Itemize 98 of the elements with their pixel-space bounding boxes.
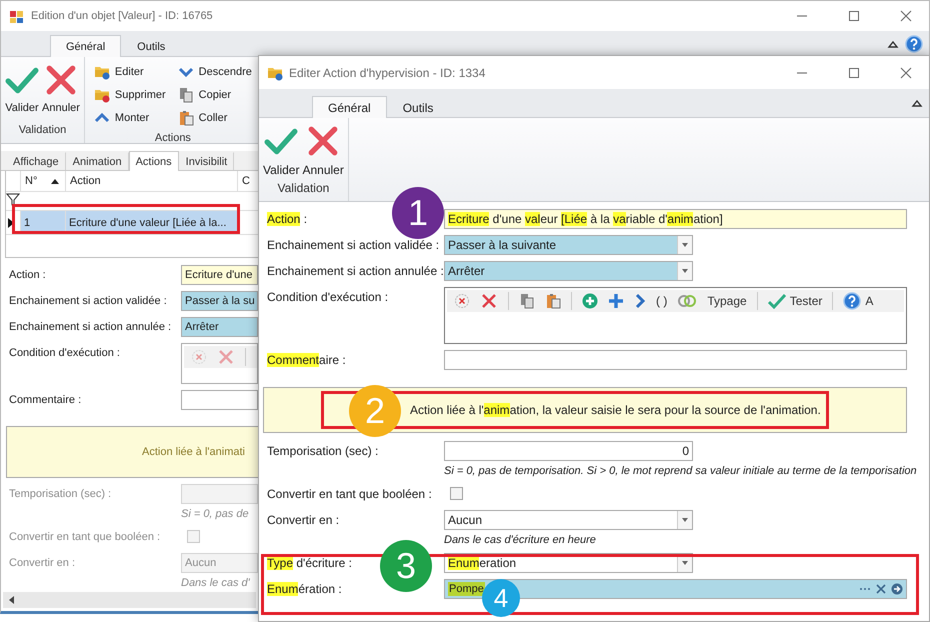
plus-circle-icon[interactable]	[582, 293, 598, 309]
sort-arrow-icon[interactable]	[51, 178, 59, 184]
field-label: Commentaire :	[267, 352, 346, 369]
field-label: Action :	[267, 211, 308, 228]
dropdown-field[interactable]: Arrêter	[444, 261, 693, 281]
info-message: Action liée à l'animation, la valeur saisie le sera pour la source de l'animation.	[410, 403, 821, 417]
clear-icon[interactable]	[876, 584, 886, 594]
field-label: Condition d'exécution :	[267, 289, 388, 306]
checkbox[interactable]	[450, 487, 463, 500]
close-icon[interactable]	[900, 10, 912, 22]
rings-icon[interactable]	[677, 294, 698, 308]
cross-icon	[44, 63, 78, 97]
column-header[interactable]: N°	[25, 175, 38, 187]
field-label: Enchainement si action validée :	[9, 294, 167, 309]
help-icon	[843, 292, 862, 310]
field-label: Convertir en :	[267, 512, 340, 529]
field-label: Enchainement si action validée :	[267, 237, 440, 254]
value-tag: Pompe	[448, 582, 485, 596]
cross-icon[interactable]	[480, 292, 498, 310]
document-icon	[519, 293, 535, 309]
group-label: Validation	[18, 123, 68, 138]
window-title: Edition d'un objet [Valeur] - ID: 16765	[31, 10, 214, 22]
ribbon-button[interactable]: Descendre	[176, 61, 254, 83]
window-title: Editer Action d'hypervision - ID: 1334	[289, 66, 486, 80]
hint-text: Si = 0, pas de temporisation. Si > 0, le mot reprend sa valeur initiale au terme de la temporisation	[444, 464, 917, 478]
app-icon	[9, 8, 25, 24]
ribbon-tab[interactable]: Outils	[121, 35, 182, 57]
page-tab[interactable]: Actions	[128, 151, 179, 171]
toolbar-button[interactable]: Typage	[707, 294, 747, 308]
text-field[interactable]	[444, 350, 907, 370]
checkmark-icon	[768, 293, 786, 309]
ribbon-tab[interactable]: Outils	[386, 96, 450, 118]
ribbon-button[interactable]: Coller	[176, 107, 254, 129]
text-field[interactable]: Ecriture d'une	[181, 265, 258, 285]
clipboard-icon	[178, 110, 194, 126]
field-label: Convertir en tant que booléen :	[9, 530, 160, 545]
collapse-ribbon-icon[interactable]	[887, 38, 899, 48]
maximize-icon[interactable]	[848, 10, 860, 22]
help-icon[interactable]	[905, 34, 923, 52]
maximize-icon[interactable]	[848, 66, 860, 78]
ribbon-button[interactable]: Supprimer	[92, 84, 168, 106]
close-icon[interactable]	[900, 66, 912, 78]
page-tab[interactable]: Invisibilit	[178, 152, 234, 170]
help-button[interactable]: A	[843, 292, 874, 310]
column-header[interactable]: C	[242, 175, 250, 187]
field-label: Convertir en :	[9, 556, 76, 571]
row-pointer-icon	[8, 218, 14, 228]
toolbar-button[interactable]: ( )	[656, 294, 668, 308]
hint-text: Dans le cas d'	[181, 576, 250, 590]
clipboard-icon	[545, 293, 561, 309]
text-field[interactable]	[181, 390, 258, 410]
ribbon-button[interactable]: Monter	[92, 107, 168, 129]
chevron-right-icon[interactable]	[634, 293, 646, 309]
document-icon	[178, 87, 194, 103]
dropdown-field[interactable]: Passer à la su	[181, 291, 258, 311]
field-label: Temporisation (sec) :	[267, 443, 378, 460]
arrow-circle-icon[interactable]	[891, 583, 903, 595]
test-button[interactable]: Tester	[768, 293, 822, 309]
plus-icon[interactable]	[608, 293, 624, 309]
info-message: Action liée à l'animati	[142, 446, 245, 458]
field-label: Commentaire :	[9, 393, 82, 408]
hint-text: Si = 0, pas de	[181, 507, 249, 521]
group-label: Validation	[276, 180, 330, 197]
folder-icon	[94, 87, 110, 103]
collapse-ribbon-icon[interactable]	[911, 98, 923, 108]
number-field[interactable]: 0	[444, 441, 693, 461]
ribbon-button[interactable]: Editer	[92, 61, 168, 83]
cancel-button[interactable]: Annuler	[41, 61, 81, 121]
filter-icon[interactable]	[6, 193, 20, 207]
field-label: Enumération :	[267, 581, 342, 598]
text-field[interactable]: Ecriture d'une valeur [Liée à la variable d'animation]	[444, 209, 907, 229]
cross-icon	[306, 124, 340, 158]
dropdown-field[interactable]: Passer à la suivante	[444, 235, 693, 255]
dropdown-field[interactable]: Arrêter	[181, 317, 258, 337]
dropdown-field[interactable]: Aucun	[444, 510, 693, 530]
validate-button[interactable]: Valider	[262, 122, 300, 179]
clear-icon[interactable]	[454, 293, 470, 309]
field-label: Condition d'exécution :	[9, 346, 120, 361]
hint-text: Dans le cas d'écriture en heure	[444, 533, 596, 547]
ribbon-button[interactable]: Copier	[176, 84, 254, 106]
field-label: Convertir en tant que booléen :	[267, 486, 432, 503]
scroll-left-icon[interactable]	[9, 596, 14, 604]
field-label: Temporisation (sec) :	[9, 487, 112, 502]
cancel-button[interactable]: Annuler	[301, 122, 345, 179]
validate-button[interactable]: Valider	[4, 61, 40, 121]
ribbon-tab[interactable]: Général	[312, 96, 387, 118]
field-label: Enchainement si action annulée :	[9, 320, 172, 335]
folder-icon	[94, 64, 110, 80]
field-label: Action :	[9, 268, 46, 283]
group-label: Actions	[154, 131, 192, 146]
condition-editor[interactable]: ( ) Typage Tester A	[444, 287, 907, 344]
ribbon-tab[interactable]: Général	[50, 35, 122, 57]
page-tab[interactable]: Affichage	[6, 152, 66, 170]
column-header[interactable]: Action	[70, 175, 101, 187]
ellipsis-icon[interactable]	[859, 587, 871, 591]
horizontal-scrollbar[interactable]	[3, 592, 256, 608]
field-label: Type d'écriture :	[267, 555, 352, 572]
field-label: Enchainement si action annulée :	[267, 263, 444, 280]
